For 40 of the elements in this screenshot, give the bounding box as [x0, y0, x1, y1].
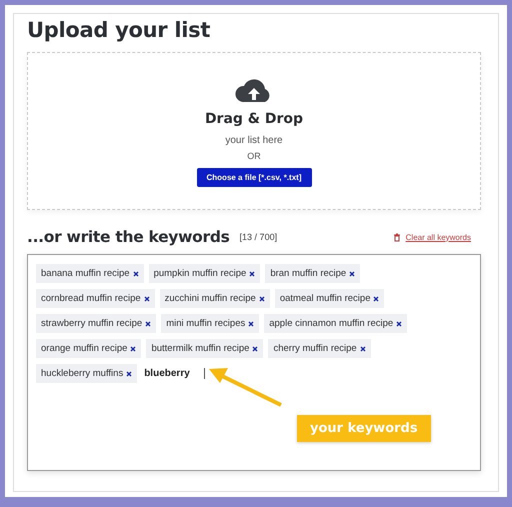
keyword-text: oatmeal muffin recipe: [280, 293, 370, 304]
keyword-text: apple cinnamon muffin recipe: [269, 318, 394, 329]
keyword-text: huckleberry muffins: [41, 368, 124, 379]
remove-icon[interactable]: [145, 320, 152, 326]
keyword-text: strawberry muffin recipe: [41, 318, 142, 329]
keyword-text: mini muffin recipes: [166, 318, 246, 329]
drop-title: Drag & Drop: [204, 111, 304, 127]
remove-icon[interactable]: [248, 320, 254, 326]
remove-icon[interactable]: [252, 346, 258, 352]
remove-icon[interactable]: [360, 346, 366, 352]
remove-icon[interactable]: [249, 270, 256, 276]
remove-icon[interactable]: [396, 320, 402, 326]
keyword-text: buttermilk muffin recipe: [151, 343, 250, 354]
remove-icon[interactable]: [132, 270, 139, 276]
keyword-text: orange muffin recipe: [41, 343, 128, 354]
remove-icon[interactable]: [126, 370, 132, 376]
remove-icon[interactable]: [258, 296, 265, 302]
choose-file-button[interactable]: Choose a file [*.csv, *.txt]: [196, 168, 312, 187]
keyword-counter: [13 / 700]: [240, 232, 278, 242]
or-separator: OR: [247, 151, 261, 161]
keyword-text: cornbread muffin recipe: [41, 293, 141, 304]
input-field[interactable]: blueberry: [142, 368, 206, 379]
drop-zone[interactable]: Drag & Drop your list here OR Choose a file [*.csv, *.txt]: [27, 52, 481, 210]
section-title: Upload your list: [27, 18, 212, 42]
drop-hint: your list here: [225, 135, 283, 146]
keywords-input-box[interactable]: [27, 254, 481, 471]
remove-icon[interactable]: [144, 296, 150, 302]
section-title: ...or write the keywords: [27, 228, 230, 246]
keyword-text: zucchini muffin recipe: [164, 293, 256, 304]
clear-keywords-link[interactable]: Clear all keywords: [392, 232, 471, 242]
keyword-text: bran muffin recipe: [270, 268, 346, 279]
remove-icon[interactable]: [349, 270, 356, 276]
remove-icon[interactable]: [130, 346, 136, 352]
trash-icon: [392, 232, 401, 242]
arrow-icon: [209, 368, 282, 407]
keyword-text: pumpkin muffin recipe: [154, 268, 246, 279]
keyword-text: banana muffin recipe: [41, 268, 130, 279]
keyword-text: cherry muffin recipe: [273, 343, 357, 354]
annotation-label: your keywords: [297, 415, 431, 442]
remove-icon[interactable]: [373, 296, 380, 302]
